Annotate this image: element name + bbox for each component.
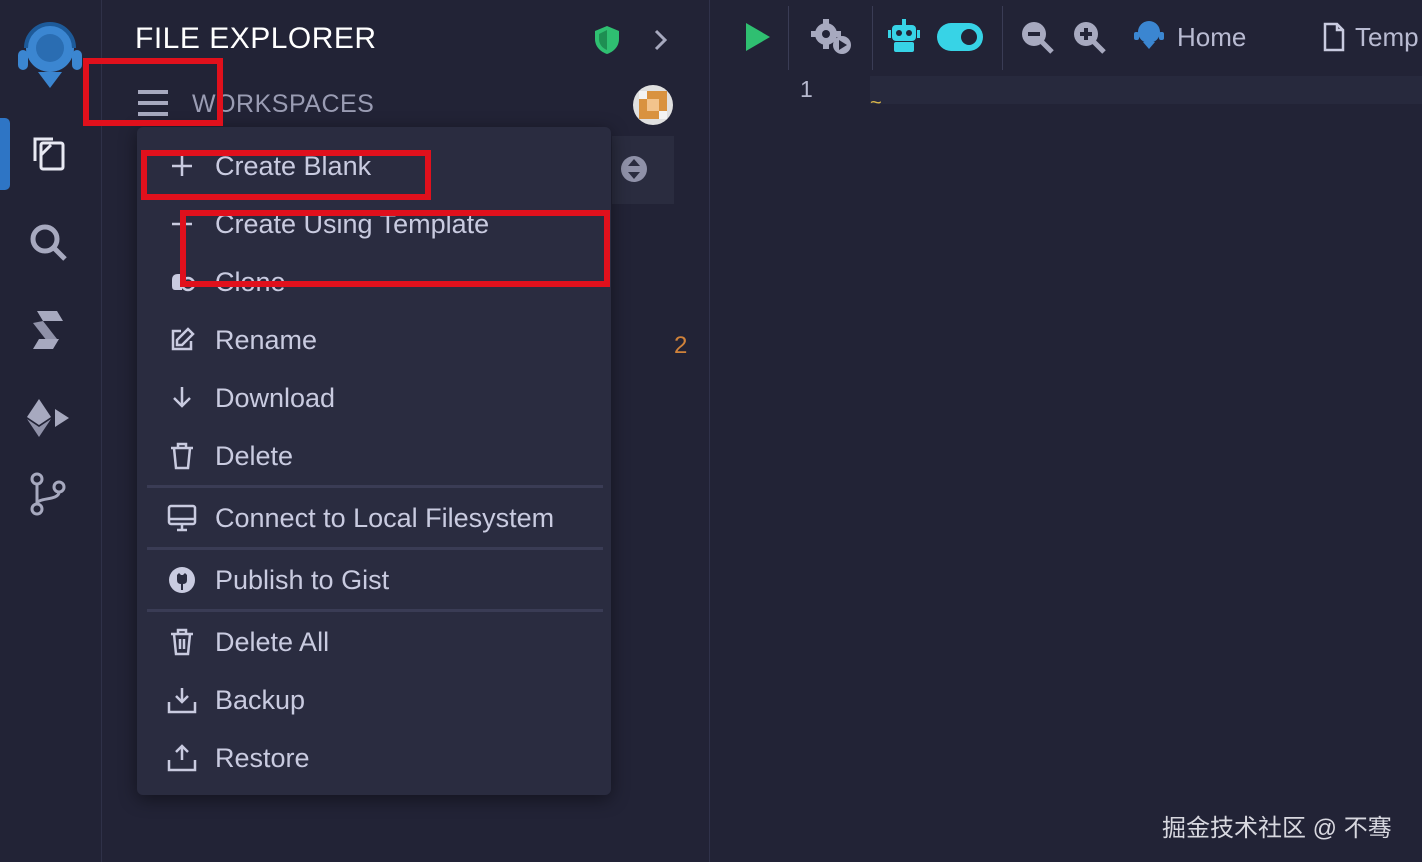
trash-all-icon (167, 627, 197, 657)
menu-divider (147, 547, 603, 550)
editor-gutter (710, 74, 870, 862)
menu-item-label: Delete (215, 440, 294, 471)
menu-divider (147, 485, 603, 488)
menu-item-label: Publish to Gist (215, 564, 390, 595)
menu-item-label: Backup (215, 684, 306, 715)
current-code-line[interactable] (870, 76, 1422, 104)
warning-squiggle: ~ (870, 92, 882, 114)
annotation-box-create-blank (141, 150, 431, 200)
shield-icon[interactable] (592, 24, 622, 56)
zoom-in-icon[interactable] (1072, 20, 1106, 54)
menu-item-label: Connect to Local Filesystem (215, 502, 555, 533)
git-branch-icon[interactable] (24, 470, 72, 518)
menu-item-label: Download (215, 382, 336, 413)
restore-icon (167, 743, 197, 773)
menu-item-label: Delete All (215, 626, 330, 657)
menu-item-backup[interactable]: Backup (137, 671, 611, 729)
menu-item-delete-all[interactable]: Delete All (137, 613, 611, 671)
menu-item-label: Rename (215, 324, 318, 355)
panel-title: FILE EXPLORER (135, 22, 377, 55)
ai-toggle-switch[interactable] (936, 22, 984, 52)
home-remix-icon[interactable] (1132, 18, 1166, 52)
menu-item-restore[interactable]: Restore (137, 729, 611, 787)
run-settings-icon[interactable] (810, 18, 854, 56)
icon-rail (0, 0, 102, 862)
menu-item-connect-local-filesystem[interactable]: Connect to Local Filesystem (137, 489, 611, 547)
menu-item-rename[interactable]: Rename (137, 311, 611, 369)
edit-icon (167, 325, 197, 355)
annotation-box-hamburger (83, 58, 223, 126)
run-play-icon[interactable] (740, 20, 774, 54)
remix-logo-icon[interactable] (8, 14, 92, 94)
active-indicator (0, 118, 10, 190)
line-number: 1 (800, 76, 813, 102)
user-avatar[interactable] (632, 84, 674, 126)
trash-icon (167, 441, 197, 471)
chevron-right-icon[interactable] (648, 26, 672, 54)
file-explorer-icon[interactable] (24, 130, 72, 178)
workspace-count-badge: 2 (674, 332, 688, 359)
github-icon (167, 565, 197, 595)
workspace-select[interactable] (612, 136, 674, 204)
file-icon (1322, 22, 1346, 52)
monitor-icon (167, 503, 197, 533)
deploy-ethereum-icon[interactable] (24, 394, 72, 442)
download-icon (167, 383, 197, 413)
backup-icon (167, 685, 197, 715)
menu-item-download[interactable]: Download (137, 369, 611, 427)
menu-divider (147, 609, 603, 612)
home-tab-label[interactable]: Home (1177, 22, 1246, 53)
search-icon[interactable] (24, 218, 72, 266)
menu-item-label: Restore (215, 742, 310, 773)
template-tab-label[interactable]: Temp (1355, 22, 1419, 53)
editor-toolbar: Home Temp (710, 0, 1422, 74)
watermark-text: 掘金技术社区 @ 不骞 (1162, 815, 1392, 842)
sort-arrows-icon (621, 156, 647, 182)
annotation-box-create-template (180, 210, 610, 287)
menu-item-publish-to-gist[interactable]: Publish to Gist (137, 551, 611, 609)
menu-item-delete[interactable]: Delete (137, 427, 611, 485)
solidity-compiler-icon[interactable] (24, 306, 72, 354)
ai-robot-icon[interactable] (888, 18, 920, 56)
zoom-out-icon[interactable] (1020, 20, 1054, 54)
